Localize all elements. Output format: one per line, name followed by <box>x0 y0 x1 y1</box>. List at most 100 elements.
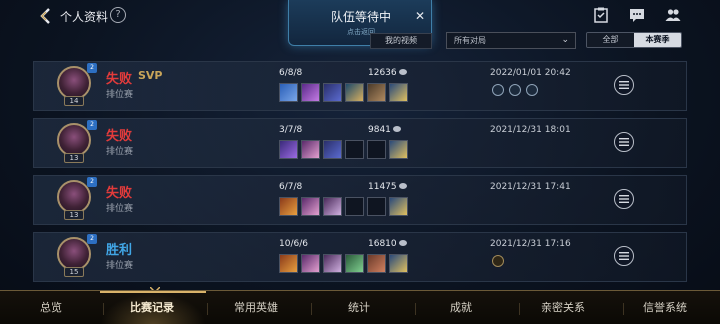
gold-icon <box>398 69 407 75</box>
gold-value: 11475 <box>368 182 397 192</box>
item-slot <box>279 140 298 159</box>
item-slot-empty <box>367 140 386 159</box>
item-slots <box>279 197 408 216</box>
friends-icon[interactable] <box>664 6 682 24</box>
hero-avatar: 2 14 <box>57 63 97 106</box>
team-banner-title: 队伍等待中 <box>330 10 391 24</box>
item-slot <box>323 83 342 102</box>
avatar <box>57 66 91 100</box>
match-date: 2022/01/01 20:42 <box>490 68 571 78</box>
back-icon[interactable] <box>36 6 56 26</box>
kda: 3/7/8 <box>279 125 303 135</box>
item-slot <box>301 254 320 273</box>
hero-level: 14 <box>64 96 84 106</box>
item-slot <box>301 140 320 159</box>
kda: 6/7/8 <box>279 182 303 192</box>
item-slot <box>389 197 408 216</box>
party-badge-icon: 2 <box>87 120 97 130</box>
item-slot <box>389 140 408 159</box>
gold-amount: 12636 <box>368 68 407 78</box>
tab-overview[interactable]: 总览 <box>40 299 62 315</box>
match-filter-select[interactable]: 所有对局 ⌄ <box>446 32 576 49</box>
match-detail-button[interactable] <box>614 246 634 266</box>
match-row[interactable]: 2 13 失败 排位赛 3/7/8 9841 2021/12/31 18:01 <box>33 118 687 168</box>
game-mode: 排位赛 <box>106 261 134 271</box>
party-badge-icon: 2 <box>87 234 97 244</box>
match-date: 2021/12/31 17:41 <box>490 182 571 192</box>
match-detail-button[interactable] <box>614 189 634 209</box>
item-slot <box>323 254 342 273</box>
match-result: 失败 <box>106 129 133 144</box>
match-row[interactable]: 2 15 胜利 排位赛 10/6/6 16810 2021/12/31 17:1… <box>33 232 687 282</box>
gold-icon <box>398 240 407 246</box>
item-slot <box>301 83 320 102</box>
season-toggle[interactable]: 全部 本赛季 <box>586 32 682 48</box>
toggle-this-season[interactable]: 本赛季 <box>634 33 681 47</box>
gold-value: 16810 <box>368 239 397 249</box>
item-slot <box>345 83 364 102</box>
help-icon[interactable]: ? <box>110 7 126 23</box>
tab-relationships[interactable]: 亲密关系 <box>541 299 585 315</box>
hero-avatar: 2 15 <box>57 234 97 277</box>
item-slot <box>301 197 320 216</box>
kda: 6/8/8 <box>279 68 303 78</box>
party-badge-icon: 2 <box>87 63 97 73</box>
item-slot <box>279 254 298 273</box>
medal-list <box>492 255 504 267</box>
match-result: 胜利 <box>106 243 133 258</box>
item-slots <box>279 140 408 159</box>
tab-stats[interactable]: 统计 <box>348 299 370 315</box>
tab-achievements[interactable]: 成就 <box>450 299 472 315</box>
toggle-all[interactable]: 全部 <box>587 33 634 47</box>
item-slot <box>367 83 386 102</box>
hero-level: 15 <box>64 267 84 277</box>
avatar <box>57 237 91 271</box>
match-detail-button[interactable] <box>614 75 634 95</box>
tab-divider <box>103 303 104 315</box>
match-detail-button[interactable] <box>614 132 634 152</box>
tab-divider <box>311 303 312 315</box>
match-date: 2021/12/31 18:01 <box>490 125 571 135</box>
chat-icon[interactable] <box>628 6 646 24</box>
game-mode: 排位赛 <box>106 204 134 214</box>
page-title: 个人资料 <box>60 10 109 24</box>
item-slot-empty <box>345 197 364 216</box>
match-result: 失败 <box>106 72 133 87</box>
item-slots <box>279 254 408 273</box>
party-badge-icon: 2 <box>87 177 97 187</box>
tab-match-history[interactable]: 比赛记录 <box>130 299 174 315</box>
match-result: 失败 <box>106 186 133 201</box>
gold-value: 9841 <box>368 125 391 135</box>
hero-level: 13 <box>64 210 84 220</box>
medal-list <box>492 84 538 96</box>
hero-avatar: 2 13 <box>57 177 97 220</box>
gold-value: 12636 <box>368 68 397 78</box>
hero-level: 13 <box>64 153 84 163</box>
chevron-down-icon: ⌄ <box>561 35 569 45</box>
item-slots <box>279 83 408 102</box>
medal-icon <box>492 255 504 267</box>
hero-avatar: 2 13 <box>57 120 97 163</box>
item-slot-empty <box>367 197 386 216</box>
game-mode: 排位赛 <box>106 147 134 157</box>
gold-icon <box>392 126 401 132</box>
bottom-nav: 总览 比赛记录 常用英雄 统计 成就 亲密关系 信誉系统 <box>0 290 720 324</box>
task-icon[interactable] <box>592 6 610 24</box>
gold-icon <box>398 183 407 189</box>
match-row[interactable]: 2 14 失败 SVP 排位赛 6/8/8 12636 2022/01/01 2… <box>33 61 687 111</box>
close-icon[interactable]: ✕ <box>415 9 425 23</box>
tab-common-heroes[interactable]: 常用英雄 <box>234 299 278 315</box>
medal-icon <box>509 84 521 96</box>
match-filter-value: 所有对局 <box>454 36 486 45</box>
medal-icon <box>492 84 504 96</box>
kda: 10/6/6 <box>279 239 308 249</box>
item-slot <box>345 254 364 273</box>
item-slot <box>323 197 342 216</box>
match-row[interactable]: 2 13 失败 排位赛 6/7/8 11475 2021/12/31 17:41 <box>33 175 687 225</box>
gold-amount: 16810 <box>368 239 407 249</box>
tab-credit-system[interactable]: 信誉系统 <box>643 299 687 315</box>
game-mode: 排位赛 <box>106 90 134 100</box>
avatar <box>57 180 91 214</box>
gold-amount: 11475 <box>368 182 407 192</box>
my-videos-button[interactable]: 我的视频 <box>370 33 432 49</box>
